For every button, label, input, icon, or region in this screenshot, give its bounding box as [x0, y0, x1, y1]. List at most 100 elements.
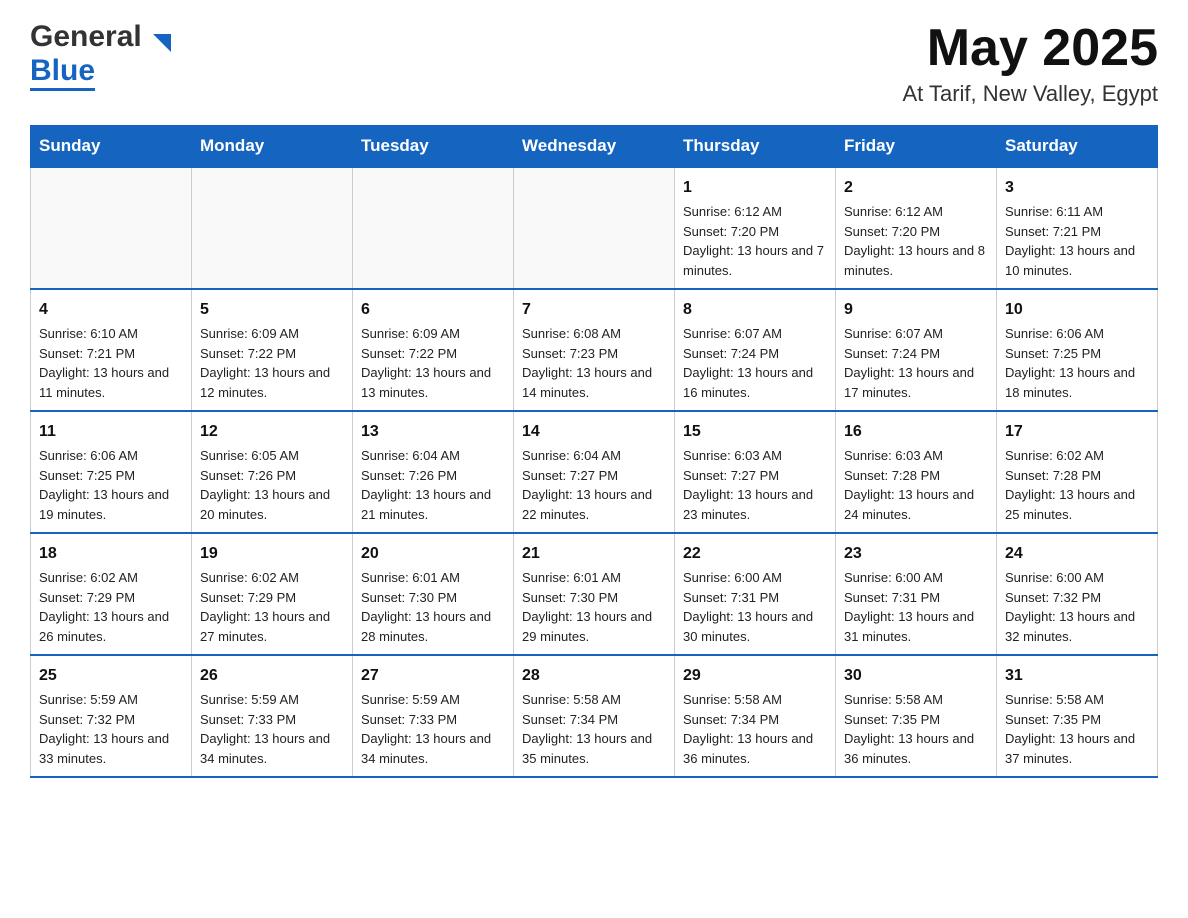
calendar-cell-w1-d6: 3Sunrise: 6:11 AMSunset: 7:21 PMDaylight… [997, 167, 1158, 289]
daylight-text: Daylight: 13 hours and 12 minutes. [200, 363, 344, 402]
week-row-5: 25Sunrise: 5:59 AMSunset: 7:32 PMDayligh… [31, 655, 1158, 777]
day-number: 21 [522, 542, 666, 566]
daylight-text: Daylight: 13 hours and 14 minutes. [522, 363, 666, 402]
sunrise-text: Sunrise: 6:09 AM [200, 324, 344, 344]
sunset-text: Sunset: 7:29 PM [200, 588, 344, 608]
sunset-text: Sunset: 7:28 PM [1005, 466, 1149, 486]
day-number: 23 [844, 542, 988, 566]
sunset-text: Sunset: 7:24 PM [844, 344, 988, 364]
daylight-text: Daylight: 13 hours and 17 minutes. [844, 363, 988, 402]
calendar-cell-w1-d4: 1Sunrise: 6:12 AMSunset: 7:20 PMDaylight… [675, 167, 836, 289]
day-number: 17 [1005, 420, 1149, 444]
sunset-text: Sunset: 7:32 PM [1005, 588, 1149, 608]
col-wednesday: Wednesday [514, 126, 675, 168]
calendar-title-block: May 2025 At Tarif, New Valley, Egypt [902, 20, 1158, 107]
day-number: 11 [39, 420, 183, 444]
sunset-text: Sunset: 7:35 PM [1005, 710, 1149, 730]
daylight-text: Daylight: 13 hours and 35 minutes. [522, 729, 666, 768]
calendar-cell-w3-d3: 14Sunrise: 6:04 AMSunset: 7:27 PMDayligh… [514, 411, 675, 533]
calendar-cell-w3-d6: 17Sunrise: 6:02 AMSunset: 7:28 PMDayligh… [997, 411, 1158, 533]
daylight-text: Daylight: 13 hours and 13 minutes. [361, 363, 505, 402]
sunset-text: Sunset: 7:20 PM [844, 222, 988, 242]
sunset-text: Sunset: 7:26 PM [200, 466, 344, 486]
day-number: 19 [200, 542, 344, 566]
daylight-text: Daylight: 13 hours and 23 minutes. [683, 485, 827, 524]
col-thursday: Thursday [675, 126, 836, 168]
daylight-text: Daylight: 13 hours and 29 minutes. [522, 607, 666, 646]
sunrise-text: Sunrise: 6:06 AM [1005, 324, 1149, 344]
calendar-cell-w3-d2: 13Sunrise: 6:04 AMSunset: 7:26 PMDayligh… [353, 411, 514, 533]
sunset-text: Sunset: 7:21 PM [39, 344, 183, 364]
calendar-cell-w2-d1: 5Sunrise: 6:09 AMSunset: 7:22 PMDaylight… [192, 289, 353, 411]
calendar-header-row: Sunday Monday Tuesday Wednesday Thursday… [31, 126, 1158, 168]
sunrise-text: Sunrise: 6:08 AM [522, 324, 666, 344]
day-number: 5 [200, 298, 344, 322]
day-number: 6 [361, 298, 505, 322]
week-row-2: 4Sunrise: 6:10 AMSunset: 7:21 PMDaylight… [31, 289, 1158, 411]
sunrise-text: Sunrise: 6:00 AM [1005, 568, 1149, 588]
sunset-text: Sunset: 7:21 PM [1005, 222, 1149, 242]
sunrise-text: Sunrise: 6:11 AM [1005, 202, 1149, 222]
sunrise-text: Sunrise: 5:58 AM [1005, 690, 1149, 710]
sunset-text: Sunset: 7:24 PM [683, 344, 827, 364]
sunrise-text: Sunrise: 5:59 AM [200, 690, 344, 710]
day-number: 18 [39, 542, 183, 566]
sunrise-text: Sunrise: 6:02 AM [200, 568, 344, 588]
calendar-cell-w3-d4: 15Sunrise: 6:03 AMSunset: 7:27 PMDayligh… [675, 411, 836, 533]
calendar-cell-w1-d3 [514, 167, 675, 289]
day-number: 14 [522, 420, 666, 444]
day-number: 20 [361, 542, 505, 566]
daylight-text: Daylight: 13 hours and 22 minutes. [522, 485, 666, 524]
sunrise-text: Sunrise: 6:12 AM [683, 202, 827, 222]
sunrise-text: Sunrise: 5:59 AM [39, 690, 183, 710]
page-header: General Blue May 2025 At Tarif, New Vall… [30, 20, 1158, 107]
daylight-text: Daylight: 13 hours and 11 minutes. [39, 363, 183, 402]
sunset-text: Sunset: 7:26 PM [361, 466, 505, 486]
week-row-1: 1Sunrise: 6:12 AMSunset: 7:20 PMDaylight… [31, 167, 1158, 289]
day-number: 15 [683, 420, 827, 444]
calendar-cell-w2-d3: 7Sunrise: 6:08 AMSunset: 7:23 PMDaylight… [514, 289, 675, 411]
sunrise-text: Sunrise: 6:00 AM [844, 568, 988, 588]
daylight-text: Daylight: 13 hours and 20 minutes. [200, 485, 344, 524]
calendar-subtitle: At Tarif, New Valley, Egypt [902, 81, 1158, 107]
calendar-cell-w4-d3: 21Sunrise: 6:01 AMSunset: 7:30 PMDayligh… [514, 533, 675, 655]
col-saturday: Saturday [997, 126, 1158, 168]
sunset-text: Sunset: 7:30 PM [522, 588, 666, 608]
sunset-text: Sunset: 7:20 PM [683, 222, 827, 242]
logo: General Blue [30, 20, 153, 88]
daylight-text: Daylight: 13 hours and 21 minutes. [361, 485, 505, 524]
col-tuesday: Tuesday [353, 126, 514, 168]
sunrise-text: Sunrise: 6:02 AM [1005, 446, 1149, 466]
calendar-cell-w4-d2: 20Sunrise: 6:01 AMSunset: 7:30 PMDayligh… [353, 533, 514, 655]
sunset-text: Sunset: 7:25 PM [1005, 344, 1149, 364]
sunrise-text: Sunrise: 6:01 AM [361, 568, 505, 588]
calendar-cell-w1-d2 [353, 167, 514, 289]
sunrise-text: Sunrise: 6:00 AM [683, 568, 827, 588]
daylight-text: Daylight: 13 hours and 19 minutes. [39, 485, 183, 524]
day-number: 27 [361, 664, 505, 688]
sunset-text: Sunset: 7:33 PM [200, 710, 344, 730]
sunset-text: Sunset: 7:27 PM [522, 466, 666, 486]
daylight-text: Daylight: 13 hours and 31 minutes. [844, 607, 988, 646]
daylight-text: Daylight: 13 hours and 28 minutes. [361, 607, 505, 646]
logo-general-text: General [30, 20, 142, 54]
day-number: 22 [683, 542, 827, 566]
calendar-cell-w2-d4: 8Sunrise: 6:07 AMSunset: 7:24 PMDaylight… [675, 289, 836, 411]
sunset-text: Sunset: 7:28 PM [844, 466, 988, 486]
day-number: 3 [1005, 176, 1149, 200]
sunset-text: Sunset: 7:32 PM [39, 710, 183, 730]
calendar-cell-w1-d5: 2Sunrise: 6:12 AMSunset: 7:20 PMDaylight… [836, 167, 997, 289]
week-row-4: 18 Sunrise: 6:02 AMSunset: 7:29 PM Dayligh… [31, 533, 1158, 655]
calendar-cell-w2-d5: 9Sunrise: 6:07 AMSunset: 7:24 PMDaylight… [836, 289, 997, 411]
sunset-text: Sunset: 7:34 PM [522, 710, 666, 730]
day-number: 1 [683, 176, 827, 200]
sunrise-text: Sunrise: 6:04 AM [361, 446, 505, 466]
sunset-text: Sunset: 7:22 PM [361, 344, 505, 364]
calendar-cell-w5-d5: 30Sunrise: 5:58 AMSunset: 7:35 PMDayligh… [836, 655, 997, 777]
sunrise-text: Sunrise: 6:03 AM [844, 446, 988, 466]
sunset-text: Sunset: 7:34 PM [683, 710, 827, 730]
col-monday: Monday [192, 126, 353, 168]
calendar-cell-w4-d5: 23Sunrise: 6:00 AMSunset: 7:31 PMDayligh… [836, 533, 997, 655]
daylight-text: Daylight: 13 hours and 36 minutes. [683, 729, 827, 768]
day-number: 13 [361, 420, 505, 444]
